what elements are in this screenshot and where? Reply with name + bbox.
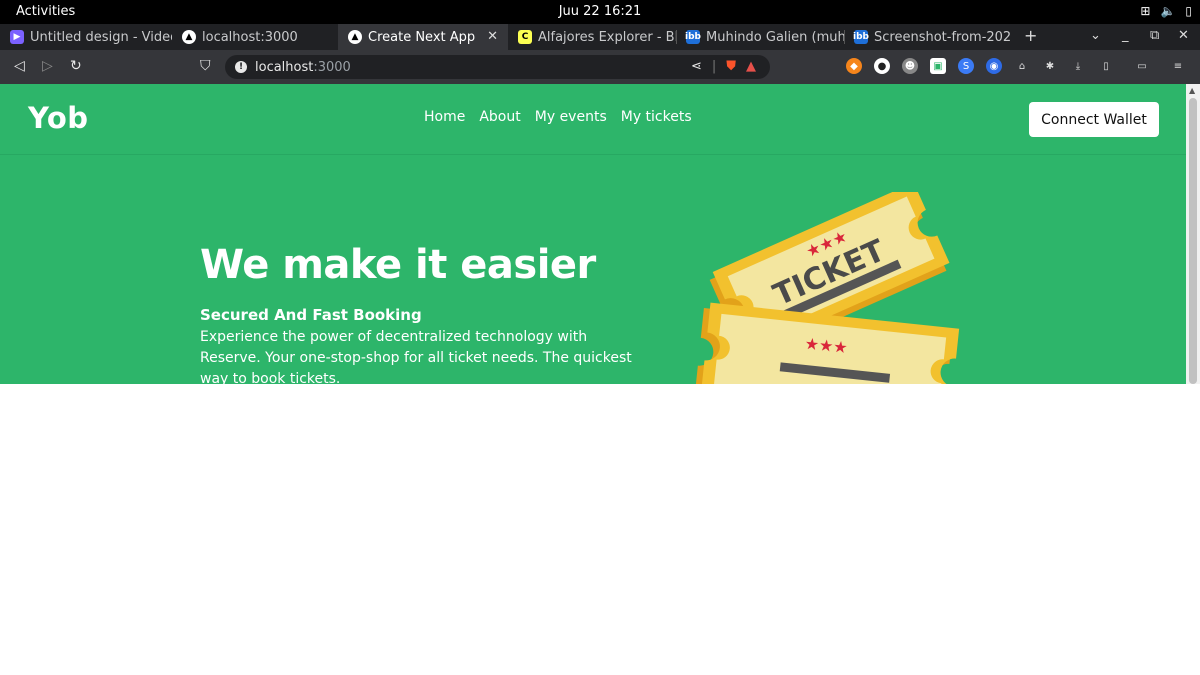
- hero-description: Experience the power of decentralized te…: [200, 329, 632, 384]
- nav-my-tickets[interactable]: My tickets: [621, 109, 692, 125]
- restore-icon[interactable]: ⧉: [1150, 28, 1159, 43]
- site-navbar: Yob Home About My events My tickets Conn…: [0, 84, 1186, 155]
- url-host: localhost: [255, 59, 314, 75]
- forward-icon[interactable]: ▷: [42, 58, 53, 74]
- tab-screenshot[interactable]: ibb Screenshot-from-2023-: [844, 24, 1012, 50]
- tab-localhost[interactable]: ▲ localhost:3000: [172, 24, 338, 50]
- address-bar[interactable]: ! localhost:3000 ⋖ | ⛊ ▲: [225, 55, 770, 79]
- divider: |: [711, 59, 717, 74]
- volume-icon: 🔈: [1160, 4, 1176, 18]
- tab-create-next-app[interactable]: ▲ Create Next App ✕: [338, 24, 508, 50]
- extension-circle-icon[interactable]: ●: [874, 58, 890, 74]
- share-icon[interactable]: ⋖: [691, 59, 702, 74]
- hero-subtitle: Secured And Fast Booking: [200, 306, 422, 324]
- nav-home[interactable]: Home: [424, 109, 465, 125]
- system-tray[interactable]: ⊞ 🔈 ▯: [1140, 3, 1192, 19]
- ticket-illustration: TICKET ★★★ ★★★: [693, 192, 960, 384]
- close-tab-icon[interactable]: ✕: [487, 29, 498, 44]
- activities-button[interactable]: Activities: [16, 4, 75, 19]
- bookmark-icon[interactable]: ⛉: [200, 58, 211, 74]
- extension-square-icon[interactable]: ▣: [930, 58, 946, 74]
- download-icon[interactable]: ⤓: [1070, 58, 1086, 74]
- brave-shield-icon[interactable]: ⛊: [726, 59, 736, 74]
- tab-title: Create Next App: [368, 29, 476, 45]
- tab-title: localhost:3000: [202, 29, 298, 45]
- ibb-icon: ibb: [685, 30, 701, 44]
- back-icon[interactable]: ◁: [14, 58, 25, 74]
- tab-title: Muhindo Galien (muhi: [706, 29, 844, 45]
- reload-icon[interactable]: ↻: [70, 58, 82, 74]
- brave-rewards-icon[interactable]: ▲: [746, 59, 756, 74]
- tab-title: Untitled design - Video: [30, 29, 172, 45]
- scroll-up-icon[interactable]: ▲: [1189, 86, 1195, 95]
- site-logo[interactable]: Yob: [28, 101, 89, 135]
- extension-dot-icon[interactable]: ◉: [986, 58, 1002, 74]
- extension-face-icon[interactable]: ☻: [902, 58, 918, 74]
- scrollbar-thumb[interactable]: [1189, 98, 1197, 384]
- page-scrollbar[interactable]: ▲: [1186, 84, 1200, 384]
- c-icon: C: [518, 30, 532, 44]
- connect-wallet-button[interactable]: Connect Wallet: [1029, 102, 1159, 137]
- tab-title: Alfajores Explorer - Blo: [538, 29, 676, 45]
- tab-title: Screenshot-from-2023-: [874, 29, 1012, 45]
- ibb-icon: ibb: [853, 30, 869, 44]
- browser-toolbar: ◁ ▷ ↻ ⛉ ! localhost:3000 ⋖ | ⛊ ▲ ◆ ● ☻ ▣…: [0, 50, 1200, 84]
- browser-tab-strip: ▶ Untitled design - Video ▲ localhost:30…: [0, 24, 1200, 50]
- wallet-icon[interactable]: ▭: [1134, 58, 1150, 74]
- system-top-bar: Activities Juu 22 16:21 ⊞ 🔈 ▯: [0, 0, 1200, 24]
- play-icon: ▶: [10, 30, 24, 44]
- nav-about[interactable]: About: [479, 109, 520, 125]
- network-icon: ⊞: [1140, 4, 1151, 18]
- battery-icon: ▯: [1185, 4, 1192, 18]
- extension-s-icon[interactable]: S: [958, 58, 974, 74]
- minimize-icon[interactable]: _: [1122, 28, 1129, 43]
- tab-muhindo-galien[interactable]: ibb Muhindo Galien (muhi: [676, 24, 844, 50]
- tab-untitled-design[interactable]: ▶ Untitled design - Video: [0, 24, 172, 50]
- hero-title: We make it easier: [200, 242, 596, 288]
- system-clock[interactable]: Juu 22 16:21: [0, 4, 1200, 19]
- triangle-icon: ▲: [182, 30, 196, 44]
- new-tab-plus-icon[interactable]: +: [1024, 26, 1037, 45]
- extensions-puzzle-icon[interactable]: ✱: [1042, 58, 1058, 74]
- url-port: :3000: [313, 59, 351, 75]
- site-info-icon[interactable]: !: [235, 61, 247, 73]
- tab-search-chevron-icon[interactable]: ⌄: [1090, 28, 1101, 43]
- nav-my-events[interactable]: My events: [535, 109, 607, 125]
- sidebar-icon[interactable]: ▯: [1098, 58, 1114, 74]
- metamask-extension-icon[interactable]: ◆: [846, 58, 862, 74]
- main-menu: Home About My events My tickets: [424, 109, 692, 125]
- tab-alfajores-explorer[interactable]: C Alfajores Explorer - Blo: [508, 24, 676, 50]
- triangle-icon: ▲: [348, 30, 362, 44]
- close-window-icon[interactable]: ✕: [1178, 28, 1189, 43]
- extension-mouse-icon[interactable]: ⌂: [1014, 58, 1030, 74]
- menu-icon[interactable]: ≡: [1170, 58, 1186, 74]
- page-viewport: Yob Home About My events My tickets Conn…: [0, 84, 1186, 384]
